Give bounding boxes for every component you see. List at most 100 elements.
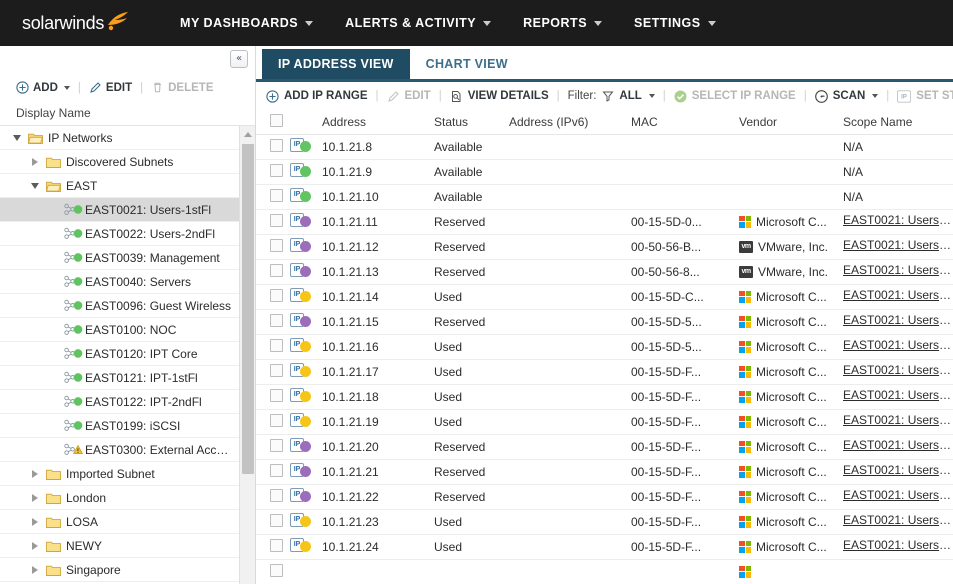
row-checkbox[interactable] bbox=[270, 563, 283, 577]
scope-name-link[interactable]: EAST0021: Users-1s... bbox=[843, 363, 953, 377]
tree-expand-toggle[interactable] bbox=[28, 157, 42, 166]
table-row[interactable]: IP 10.1.21.9 Available N/A bbox=[256, 159, 953, 185]
row-checkbox[interactable] bbox=[270, 463, 283, 477]
tree-item[interactable]: NEWY bbox=[0, 534, 239, 558]
tree-item[interactable]: EAST0040: Servers bbox=[0, 270, 239, 294]
tree-item[interactable]: EAST0096: Guest Wireless bbox=[0, 294, 239, 318]
row-checkbox[interactable] bbox=[270, 538, 283, 552]
scrollbar-up-arrow[interactable] bbox=[240, 126, 255, 142]
row-checkbox[interactable] bbox=[270, 238, 283, 252]
row-checkbox[interactable] bbox=[270, 488, 283, 502]
table-row[interactable]: IP 10.1.21.10 Available N/A bbox=[256, 184, 953, 210]
tree-item[interactable]: IP Networks bbox=[0, 126, 239, 150]
tree-item[interactable]: EAST0100: NOC bbox=[0, 318, 239, 342]
scope-name-link[interactable]: EAST0021: Users-1s... bbox=[843, 338, 953, 352]
tree-item[interactable]: EAST0039: Management bbox=[0, 246, 239, 270]
scope-name-link[interactable]: EAST0021: Users-1s... bbox=[843, 538, 953, 552]
tree-item[interactable]: EAST0121: IPT-1stFl bbox=[0, 366, 239, 390]
column-header-scope-name[interactable]: Scope Name bbox=[843, 110, 953, 135]
tree-expand-toggle[interactable] bbox=[28, 565, 42, 574]
edit-button[interactable]: EDIT bbox=[89, 81, 132, 94]
tree-expand-toggle[interactable] bbox=[28, 493, 42, 502]
column-header-mac[interactable]: MAC bbox=[631, 110, 739, 135]
table-row[interactable]: IP 10.1.21.12 Reserved 00-50-56-B... vm VMwar… bbox=[256, 234, 953, 260]
nav-reports[interactable]: REPORTS bbox=[507, 0, 618, 46]
tree-item[interactable]: Imported Subnet bbox=[0, 462, 239, 486]
nav-my-dashboards[interactable]: MY DASHBOARDS bbox=[164, 0, 329, 46]
table-row[interactable]: IP 10.1.21.15 Reserved 00-15-5D-5... Microso… bbox=[256, 309, 953, 335]
tree-expand-toggle[interactable] bbox=[28, 517, 42, 526]
table-row[interactable]: IP 10.1.21.13 Reserved 00-50-56-8... vm VMwar… bbox=[256, 259, 953, 285]
row-checkbox[interactable] bbox=[270, 313, 283, 327]
scope-name-link[interactable]: EAST0021: Users-1s... bbox=[843, 238, 953, 252]
tree-item[interactable]: Singapore bbox=[0, 558, 239, 582]
tree-item[interactable]: EAST0021: Users-1stFl bbox=[0, 198, 239, 222]
nav-alerts-activity[interactable]: ALERTS & ACTIVITY bbox=[329, 0, 507, 46]
row-checkbox[interactable] bbox=[270, 388, 283, 402]
nav-settings[interactable]: SETTINGS bbox=[618, 0, 732, 46]
table-row[interactable]: IP 10.1.21.16 Used 00-15-5D-5... Microsoft C… bbox=[256, 334, 953, 360]
collapse-sidebar-button[interactable]: « bbox=[230, 50, 248, 68]
table-row[interactable] bbox=[256, 559, 953, 584]
view-details-button[interactable]: VIEW DETAILS bbox=[450, 90, 549, 103]
row-checkbox[interactable] bbox=[270, 138, 283, 152]
tree-item[interactable]: EAST0199: iSCSI bbox=[0, 414, 239, 438]
table-row[interactable]: IP 10.1.21.11 Reserved 00-15-5D-0... Microso… bbox=[256, 209, 953, 235]
row-checkbox[interactable] bbox=[270, 363, 283, 377]
column-header-vendor[interactable]: Vendor bbox=[739, 110, 843, 135]
row-checkbox[interactable] bbox=[270, 288, 283, 302]
filter-dropdown[interactable]: ALL bbox=[602, 90, 655, 102]
tree-item[interactable]: LOSA bbox=[0, 510, 239, 534]
tree-item[interactable]: EAST0120: IPT Core bbox=[0, 342, 239, 366]
row-checkbox[interactable] bbox=[270, 513, 283, 527]
tree-expand-toggle[interactable] bbox=[28, 182, 42, 189]
tree-item[interactable]: Discovered Subnets bbox=[0, 150, 239, 174]
row-checkbox[interactable] bbox=[270, 338, 283, 352]
scope-name-link[interactable]: EAST0021: Users-1s... bbox=[843, 463, 953, 477]
scope-name-link[interactable]: EAST0021: Users-1s... bbox=[843, 413, 953, 427]
row-checkbox[interactable] bbox=[270, 213, 283, 227]
tree-item[interactable]: EAST bbox=[0, 174, 239, 198]
scope-name-link[interactable]: EAST0021: Users-1s... bbox=[843, 263, 953, 277]
table-row[interactable]: IP 10.1.21.17 Used 00-15-5D-F... Microsoft C… bbox=[256, 359, 953, 385]
add-ip-range-button[interactable]: ADD IP RANGE bbox=[266, 89, 368, 103]
scrollbar-thumb[interactable] bbox=[242, 144, 254, 474]
tab-ip-address-view[interactable]: IP ADDRESS VIEW bbox=[262, 49, 410, 79]
sidebar-scrollbar[interactable] bbox=[239, 126, 255, 584]
table-row[interactable]: IP 10.1.21.20 Reserved 00-15-5D-F... Microso… bbox=[256, 434, 953, 460]
column-header-status[interactable]: Status bbox=[434, 110, 509, 135]
tab-chart-view[interactable]: CHART VIEW bbox=[410, 49, 524, 79]
tree-item[interactable]: EAST0022: Users-2ndFl bbox=[0, 222, 239, 246]
row-checkbox[interactable] bbox=[270, 438, 283, 452]
scope-name-link[interactable]: EAST0021: Users-1s... bbox=[843, 213, 953, 227]
tree-expand-toggle[interactable] bbox=[10, 134, 24, 141]
scope-name-link[interactable]: EAST0021: Users-1s... bbox=[843, 438, 953, 452]
row-checkbox[interactable] bbox=[270, 163, 283, 177]
tree-expand-toggle[interactable] bbox=[28, 541, 42, 550]
row-checkbox[interactable] bbox=[270, 188, 283, 202]
scope-name-link[interactable]: EAST0021: Users-1s... bbox=[843, 488, 953, 502]
row-checkbox[interactable] bbox=[270, 263, 283, 277]
table-row[interactable]: IP 10.1.21.19 Used 00-15-5D-F... Microsoft C… bbox=[256, 409, 953, 435]
table-row[interactable]: IP 10.1.21.8 Available N/A bbox=[256, 134, 953, 160]
table-row[interactable]: IP 10.1.21.22 Reserved 00-15-5D-F... Microso… bbox=[256, 484, 953, 510]
row-checkbox[interactable] bbox=[270, 413, 283, 427]
column-header-address-ipv6[interactable]: Address (IPv6) bbox=[509, 110, 631, 135]
scan-button[interactable]: SCAN bbox=[814, 89, 879, 103]
scope-name-link[interactable]: EAST0021: Users-1s... bbox=[843, 388, 953, 402]
add-button[interactable]: ADD bbox=[16, 81, 70, 94]
tree-item[interactable]: London bbox=[0, 486, 239, 510]
tree-expand-toggle[interactable] bbox=[28, 469, 42, 478]
scope-name-link[interactable]: EAST0021: Users-1s... bbox=[843, 313, 953, 327]
table-row[interactable]: IP 10.1.21.23 Used 00-15-5D-F... Microsoft C… bbox=[256, 509, 953, 535]
table-row[interactable]: IP 10.1.21.21 Reserved 00-15-5D-F... Microso… bbox=[256, 459, 953, 485]
solarwinds-logo[interactable]: solarwinds bbox=[22, 11, 130, 34]
tree-item[interactable]: EAST0122: IPT-2ndFl bbox=[0, 390, 239, 414]
scope-name-link[interactable]: EAST0021: Users-1s... bbox=[843, 288, 953, 302]
table-row[interactable]: IP 10.1.21.24 Used 00-15-5D-F... Microsoft C… bbox=[256, 534, 953, 560]
tree-item[interactable]: EAST0300: External Access bbox=[0, 438, 239, 462]
table-row[interactable]: IP 10.1.21.14 Used 00-15-5D-C... Microsoft C… bbox=[256, 284, 953, 310]
table-row[interactable]: IP 10.1.21.18 Used 00-15-5D-F... Microsoft C… bbox=[256, 384, 953, 410]
scope-name-link[interactable]: EAST0021: Users-1s... bbox=[843, 513, 953, 527]
select-all-checkbox[interactable] bbox=[270, 113, 283, 127]
